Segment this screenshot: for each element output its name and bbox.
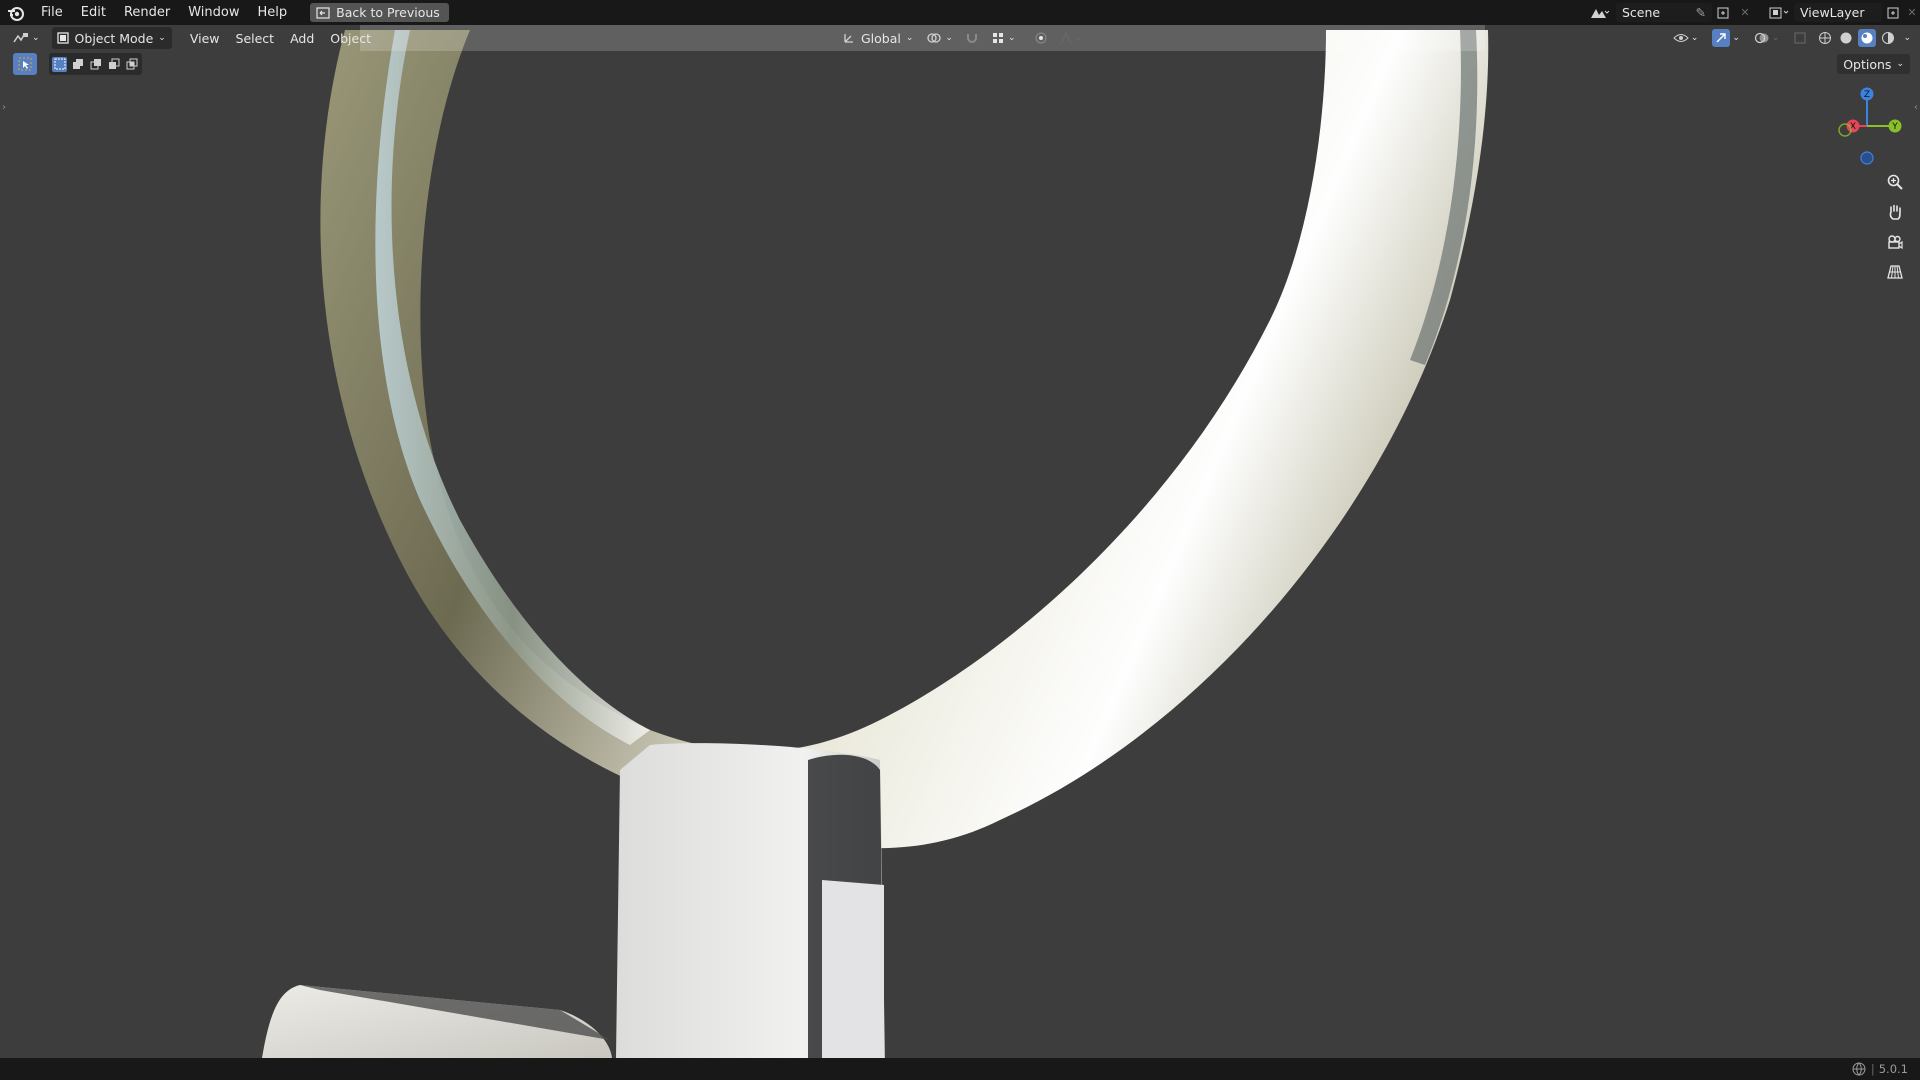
workspace-selectors: Scene ✎ ✕ ViewLayer ✕ xyxy=(1584,0,1920,25)
perspective-grid-icon[interactable] xyxy=(1882,260,1908,284)
selection-new-icon[interactable] xyxy=(52,56,67,72)
toolbar-expand-arrow-icon[interactable]: › xyxy=(2,102,6,113)
overlays-icon xyxy=(1754,32,1769,44)
falloff-curve-icon xyxy=(1059,32,1072,44)
status-separator: | xyxy=(1870,1062,1875,1076)
selection-invert-icon[interactable] xyxy=(106,57,121,72)
view-layer-field[interactable]: ViewLayer xyxy=(1794,3,1882,22)
back-to-previous-label: Back to Previous xyxy=(336,5,440,20)
snap-target-dropdown[interactable]: ⌄ xyxy=(988,27,1019,49)
menu-add[interactable]: Add xyxy=(284,27,320,49)
navigation-gizmo[interactable]: Z X Y xyxy=(1835,86,1915,166)
selection-extend-icon[interactable] xyxy=(70,57,85,72)
snap-grid-icon xyxy=(992,33,1003,43)
view-layer-browse-icon[interactable] xyxy=(1764,3,1794,22)
menu-help[interactable]: Help xyxy=(249,0,297,25)
camera-view-icon[interactable] xyxy=(1882,230,1908,254)
new-view-layer-icon[interactable] xyxy=(1882,3,1904,22)
object-mode-label: Object Mode xyxy=(74,30,154,46)
globe-icon[interactable] xyxy=(1851,1061,1867,1077)
chevron-down-icon: ⌄ xyxy=(945,33,953,43)
chevron-down-icon: ⌄ xyxy=(1690,33,1699,43)
chevron-down-icon: ⌄ xyxy=(1074,33,1083,43)
xray-icon xyxy=(1794,32,1806,44)
viewport-3d-scene[interactable] xyxy=(0,0,1920,1080)
pivot-point-dropdown[interactable]: ⌄ xyxy=(923,27,956,49)
rendered-shading-icon[interactable] xyxy=(1879,29,1897,47)
chevron-down-icon: ⌄ xyxy=(905,33,914,43)
chevron-down-icon: ⌄ xyxy=(158,33,166,43)
pivot-icon xyxy=(927,33,942,43)
shading-modes: ⌄ xyxy=(1816,29,1914,47)
delete-view-layer-icon[interactable]: ✕ xyxy=(1904,3,1920,22)
scene-name: Scene xyxy=(1622,5,1661,20)
editor-type-icon xyxy=(13,33,28,43)
navigation-controls xyxy=(1882,170,1908,284)
select-tool-button[interactable] xyxy=(13,53,37,75)
xray-toggle[interactable] xyxy=(1790,27,1810,49)
selection-intersect-icon[interactable] xyxy=(124,57,139,72)
blender-logo-icon[interactable] xyxy=(6,3,26,23)
object-mode-icon xyxy=(56,32,69,44)
menu-edit[interactable]: Edit xyxy=(72,0,115,25)
tool-settings-row xyxy=(13,53,142,75)
wireframe-shading-icon[interactable] xyxy=(1816,29,1834,47)
object-mode-dropdown[interactable]: Object Mode ⌄ xyxy=(51,27,172,49)
chevron-down-icon: ⌄ xyxy=(1007,33,1016,43)
chevron-down-icon[interactable]: ⌄ xyxy=(1900,33,1914,43)
proportional-edit-toggle[interactable] xyxy=(1031,27,1051,49)
material-preview-shading-icon[interactable] xyxy=(1858,29,1877,47)
menu-view[interactable]: View xyxy=(184,27,226,49)
top-bar: File Edit Render Window Help Back to Pre… xyxy=(0,0,1920,25)
delete-scene-icon[interactable]: ✕ xyxy=(1734,3,1756,22)
visibility-dropdown[interactable]: ⌄ xyxy=(1670,27,1702,49)
view-layer-name: ViewLayer xyxy=(1800,5,1865,20)
chevron-down-icon: ⌄ xyxy=(1771,33,1780,43)
status-bar: | 5.0.1 xyxy=(0,1058,1920,1080)
selection-mode-group xyxy=(49,53,142,75)
back-to-previous-button[interactable]: Back to Previous xyxy=(310,3,449,22)
zoom-icon[interactable] xyxy=(1882,170,1908,194)
gizmo-y-label: Y xyxy=(1891,122,1898,132)
transform-orientation-dropdown[interactable]: Global ⌄ xyxy=(838,27,917,49)
proportional-falloff-dropdown[interactable]: ⌄ xyxy=(1057,27,1085,49)
options-dropdown[interactable]: Options ⌄ xyxy=(1837,54,1910,74)
menu-window[interactable]: Window xyxy=(179,0,248,25)
magnet-icon xyxy=(966,34,977,43)
viewport-header: ⌄ Object Mode ⌄ View Select Add Object G… xyxy=(0,25,1920,51)
eye-icon xyxy=(1673,34,1689,42)
version-label: 5.0.1 xyxy=(1878,1062,1908,1076)
gizmo-toggle[interactable]: ⌄ xyxy=(1709,27,1743,49)
chevron-down-icon: ⌄ xyxy=(32,33,40,43)
pin-icon[interactable]: ✎ xyxy=(1696,5,1706,20)
menu-file[interactable]: File xyxy=(32,0,72,25)
cursor-icon xyxy=(18,57,32,71)
back-icon xyxy=(316,6,330,19)
menu-render[interactable]: Render xyxy=(115,0,179,25)
editor-type-dropdown[interactable]: ⌄ xyxy=(6,27,46,49)
scene-browse-icon[interactable] xyxy=(1584,3,1614,22)
orientation-icon xyxy=(844,34,853,43)
new-scene-icon[interactable] xyxy=(1712,3,1734,22)
pan-hand-icon[interactable] xyxy=(1882,200,1908,224)
options-label: Options xyxy=(1843,56,1892,72)
chevron-down-icon: ⌄ xyxy=(1896,59,1904,69)
overlays-toggle[interactable]: ⌄ xyxy=(1751,27,1783,49)
gizmo-icon xyxy=(1712,29,1731,47)
menu-select[interactable]: Select xyxy=(230,27,281,49)
menu-object[interactable]: Object xyxy=(324,27,377,49)
solid-shading-icon[interactable] xyxy=(1837,29,1855,47)
proportional-edit-icon xyxy=(1035,32,1047,44)
gizmo-z-label: Z xyxy=(1864,90,1870,100)
selection-subtract-icon[interactable] xyxy=(88,57,103,72)
snap-toggle[interactable] xyxy=(962,27,982,49)
chevron-down-icon: ⌄ xyxy=(1732,33,1740,43)
transform-orientation-label: Global xyxy=(861,30,901,46)
scene-field[interactable]: Scene ✎ xyxy=(1616,3,1712,22)
